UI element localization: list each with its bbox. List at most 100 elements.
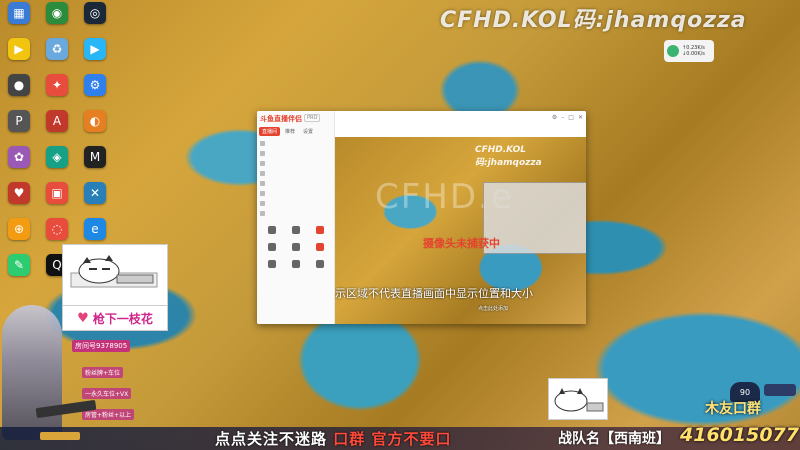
cat-icon bbox=[554, 388, 604, 412]
desktop-icon[interactable]: ◌ bbox=[40, 218, 74, 241]
list-item[interactable] bbox=[260, 178, 332, 188]
tool-item[interactable] bbox=[260, 226, 284, 235]
preview-watermark: CFHD.KOL码:jhamqozza bbox=[475, 145, 542, 168]
app-icon: ✿ bbox=[8, 146, 30, 168]
list-item[interactable] bbox=[260, 148, 332, 158]
desktop-icon[interactable]: ◎ bbox=[78, 2, 112, 25]
desktop-icon[interactable]: ▶ bbox=[2, 38, 36, 61]
wifi-icon bbox=[667, 45, 679, 57]
app-icon: ◌ bbox=[46, 218, 68, 240]
preview-footer[interactable]: 点击此处添加 bbox=[478, 305, 508, 312]
streaming-app-window[interactable]: 斗鱼直播伴侣 PRO 直播间 推荐 设置 ⚙ – □ ✕ CFHD.KOL码:j… bbox=[257, 111, 586, 324]
tab-recommend[interactable]: 推荐 bbox=[282, 127, 298, 136]
tool-item[interactable] bbox=[284, 243, 308, 252]
desktop-icon[interactable]: ♻ bbox=[40, 38, 74, 61]
desktop-icon[interactable]: ✦ bbox=[40, 74, 74, 97]
app-icon: ◈ bbox=[46, 146, 68, 168]
app-icon: ⚙ bbox=[84, 74, 106, 96]
app-icon: ✎ bbox=[8, 254, 30, 276]
desktop-icon[interactable]: ⊕ bbox=[2, 218, 36, 241]
app-icon: ▶ bbox=[8, 38, 30, 60]
heart-icon: ♥ bbox=[77, 310, 89, 326]
tool-item[interactable] bbox=[260, 260, 284, 269]
tag: 一永久车位+VX bbox=[82, 388, 132, 399]
tag: 粉丝牌+车位 bbox=[82, 367, 124, 378]
app-toolbar: ⚙ – □ ✕ bbox=[335, 111, 586, 137]
tool-item[interactable] bbox=[260, 243, 284, 252]
ticker-text: 点点关注不迷路 口群 官方不要口 bbox=[215, 428, 451, 449]
download-speed: ↓0.00K/s bbox=[682, 51, 705, 57]
info-tags: 粉丝牌+车位 一永久车位+VX 房管+粉丝+以上 bbox=[82, 360, 135, 423]
desktop-icon[interactable]: ✕ bbox=[78, 182, 112, 205]
scene-list bbox=[260, 138, 332, 218]
minimize-icon[interactable]: – bbox=[561, 114, 564, 121]
tool-item[interactable] bbox=[284, 260, 308, 269]
stream-preview[interactable]: CFHD.KOL码:jhamqozza CFHD.e 摄像头未捕获中 此提示区域… bbox=[335, 137, 586, 324]
list-item[interactable] bbox=[260, 188, 332, 198]
gun-icon bbox=[40, 432, 80, 440]
app-icon: ♻ bbox=[46, 38, 68, 60]
app-icon: ● bbox=[8, 74, 30, 96]
desktop-icon[interactable]: ⚙ bbox=[78, 74, 112, 97]
network-widget[interactable]: ↑0.23K/s ↓0.00K/s bbox=[664, 40, 714, 62]
ticker-red: 口群 官方不要口 bbox=[333, 430, 452, 448]
tool-item[interactable] bbox=[308, 226, 332, 235]
desktop-icon[interactable]: ◉ bbox=[40, 2, 74, 25]
desktop-icon[interactable]: ▦ bbox=[2, 2, 36, 25]
camera-status: 摄像头未捕获中 bbox=[423, 237, 500, 250]
app-icon: ▣ bbox=[46, 182, 68, 204]
app-sidebar: 斗鱼直播伴侣 PRO 直播间 推荐 设置 bbox=[257, 111, 335, 324]
list-item[interactable] bbox=[260, 168, 332, 178]
tool-item[interactable] bbox=[284, 226, 308, 235]
app-logo: 斗鱼直播伴侣 bbox=[260, 115, 302, 123]
app-icon: ✦ bbox=[46, 74, 68, 96]
cat-sticker-panel bbox=[62, 244, 168, 306]
app-icon: ▶ bbox=[84, 38, 106, 60]
app-icon: ◐ bbox=[84, 110, 106, 132]
maximize-icon[interactable]: □ bbox=[568, 114, 574, 121]
preview-hint: 此提示区域不代表直播画面中显示位置和大小 bbox=[335, 287, 533, 300]
team-name: 战队名【西南班】 bbox=[558, 431, 670, 447]
app-icon: ⊕ bbox=[8, 218, 30, 240]
list-item[interactable] bbox=[260, 138, 332, 148]
desktop-icon[interactable]: ✿ bbox=[2, 146, 36, 169]
tool-grid bbox=[260, 226, 332, 269]
ticker-white: 点点关注不迷路 bbox=[215, 430, 328, 448]
app-tabs: 直播间 推荐 设置 bbox=[259, 127, 316, 136]
tool-item[interactable] bbox=[308, 260, 332, 269]
desktop-icon[interactable]: ◈ bbox=[40, 146, 74, 169]
window-controls: ⚙ – □ ✕ bbox=[552, 114, 583, 121]
tab-settings[interactable]: 设置 bbox=[300, 127, 316, 136]
list-item[interactable] bbox=[260, 208, 332, 218]
desktop-icon[interactable]: ● bbox=[2, 74, 36, 97]
tab-live[interactable]: 直播间 bbox=[259, 127, 281, 136]
settings-icon[interactable]: ⚙ bbox=[552, 114, 557, 121]
gauge-side-panel bbox=[764, 384, 796, 396]
desktop-icon[interactable]: M bbox=[78, 146, 112, 169]
close-icon[interactable]: ✕ bbox=[578, 114, 583, 121]
streamer-name-banner: ♥ 枪下一枝花 bbox=[62, 305, 168, 331]
app-main: ⚙ – □ ✕ CFHD.KOL码:jhamqozza CFHD.e 摄像头未捕… bbox=[335, 111, 586, 324]
list-item[interactable] bbox=[260, 158, 332, 168]
desktop-icon[interactable]: ✎ bbox=[2, 254, 36, 277]
cat-icon bbox=[70, 255, 158, 288]
room-number: 房间号9378905 bbox=[72, 340, 131, 352]
brand-text: 木友口群 bbox=[705, 401, 761, 417]
desktop-icon[interactable]: ▣ bbox=[40, 182, 74, 205]
cat-sticker-small bbox=[548, 378, 608, 420]
desktop-icon[interactable]: ◐ bbox=[78, 110, 112, 133]
app-icon: M bbox=[84, 146, 106, 168]
desktop-icon[interactable]: e bbox=[78, 218, 112, 241]
qq-number: 416015077 bbox=[680, 424, 799, 446]
desktop-icon[interactable]: A bbox=[40, 110, 74, 133]
tool-item[interactable] bbox=[308, 243, 332, 252]
streamer-name: 枪下一枝花 bbox=[92, 311, 153, 326]
desktop-icon[interactable]: ▶ bbox=[78, 38, 112, 61]
desktop-icon[interactable]: P bbox=[2, 110, 36, 133]
list-item[interactable] bbox=[260, 198, 332, 208]
stream-watermark: CFHD.KOL码:jhamqozza bbox=[440, 8, 747, 33]
app-icon: e bbox=[84, 218, 106, 240]
app-icon: ✕ bbox=[84, 182, 106, 204]
app-icon: ▦ bbox=[8, 2, 30, 24]
desktop-icon[interactable]: ♥ bbox=[2, 182, 36, 205]
